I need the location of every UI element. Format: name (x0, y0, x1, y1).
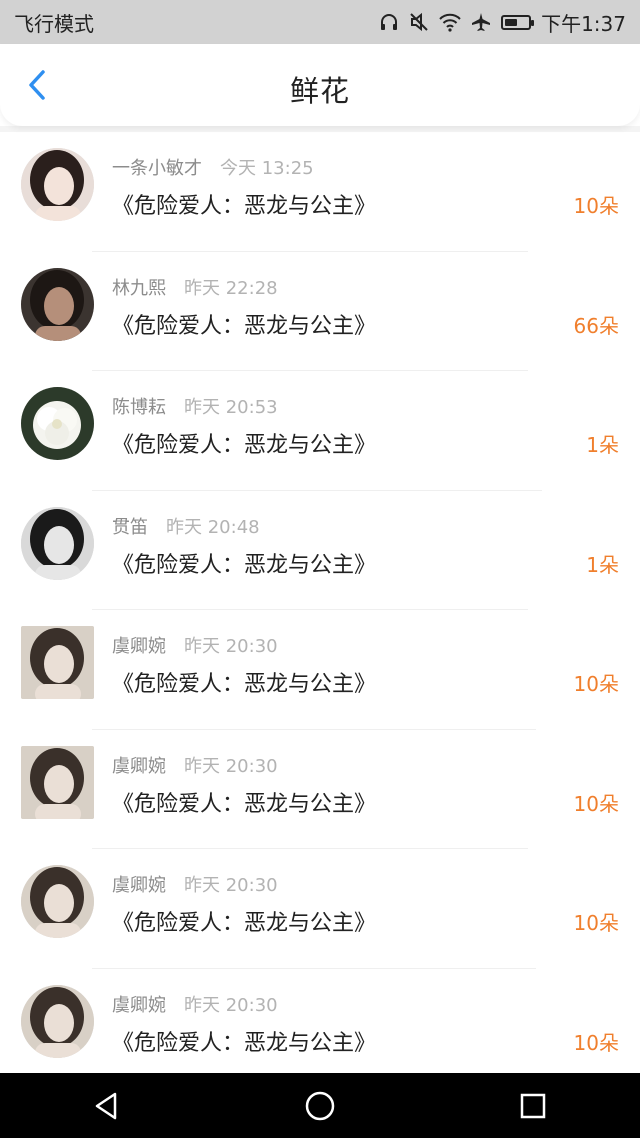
battery-icon (501, 14, 535, 30)
user-name[interactable]: 林九熙 (112, 278, 166, 299)
flower-count: 10朵 (573, 1030, 619, 1055)
user-name[interactable]: 一条小敏才 (112, 158, 202, 179)
flower-count: 1朵 (586, 552, 619, 577)
record-time: 昨天 20:48 (166, 516, 260, 538)
record-time: 昨天 20:30 (184, 875, 278, 896)
user-name[interactable]: 虞卿婉 (112, 995, 166, 1016)
user-name[interactable]: 虞卿婉 (112, 756, 166, 777)
book-title[interactable]: 《危险爱人：恶龙与公主》 (112, 427, 376, 459)
avatar[interactable] (21, 865, 94, 938)
user-name[interactable]: 虞卿婉 (112, 875, 166, 896)
list-item[interactable]: 林九熙 昨天 22:28 《危险爱人：恶龙与公主》 66朵 (0, 252, 640, 371)
nav-back-button[interactable] (77, 1076, 137, 1136)
system-nav-bar (0, 1073, 640, 1138)
airplane-mode-label: 飞行模式 (14, 11, 94, 36)
back-triangle-icon (95, 1092, 116, 1119)
list-item[interactable]: 陈博耘 昨天 20:53 《危险爱人：恶龙与公主》 1朵 (0, 371, 640, 491)
record-time: 今天 13:25 (220, 158, 314, 179)
airplane-icon (471, 12, 491, 32)
avatar[interactable] (21, 387, 94, 460)
record-meta: 虞卿婉 昨天 20:30 (112, 752, 278, 778)
avatar[interactable] (21, 267, 94, 341)
avatar[interactable] (21, 506, 94, 580)
avatar[interactable] (21, 626, 94, 699)
book-title[interactable]: 《危险爱人：恶龙与公主》 (112, 905, 376, 937)
book-title[interactable]: 《危险爱人：恶龙与公主》 (112, 188, 376, 220)
avatar[interactable] (21, 745, 94, 819)
user-name[interactable]: 贯笛 (112, 517, 148, 538)
user-name[interactable]: 虞卿婉 (112, 636, 166, 657)
status-icons: 下午1:37 (379, 8, 626, 37)
record-meta: 陈博耘 昨天 20:53 (112, 393, 278, 419)
record-time: 昨天 20:30 (184, 636, 278, 657)
record-time: 昨天 20:30 (184, 994, 278, 1016)
record-time: 昨天 20:53 (184, 397, 278, 418)
flower-count: 1朵 (586, 433, 619, 457)
record-meta: 林九熙 昨天 22:28 (112, 274, 278, 300)
record-meta: 虞卿婉 昨天 20:30 (112, 632, 278, 658)
list-item[interactable]: 一条小敏才 今天 13:25 《危险爱人：恶龙与公主》 10朵 (0, 132, 640, 252)
recents-square-icon (521, 1093, 546, 1118)
flower-count: 10朵 (573, 911, 619, 935)
flower-count: 10朵 (573, 194, 619, 218)
book-title[interactable]: 《危险爱人：恶龙与公主》 (112, 547, 376, 579)
record-meta: 虞卿婉 昨天 20:30 (112, 871, 278, 897)
record-meta: 贯笛 昨天 20:48 (112, 513, 260, 539)
list-item[interactable]: 贯笛 昨天 20:48 《危险爱人：恶龙与公主》 1朵 (0, 491, 640, 610)
book-title[interactable]: 《危险爱人：恶龙与公主》 (112, 1025, 376, 1057)
list-item[interactable]: 虞卿婉 昨天 20:30 《危险爱人：恶龙与公主》 10朵 (0, 730, 640, 849)
book-title[interactable]: 《危险爱人：恶龙与公主》 (112, 308, 376, 340)
flower-count: 10朵 (573, 791, 619, 816)
app-header: 鲜花 (0, 44, 640, 126)
record-meta: 一条小敏才 今天 13:25 (112, 154, 314, 180)
avatar[interactable] (21, 984, 94, 1058)
list-item[interactable]: 虞卿婉 昨天 20:30 《危险爱人：恶龙与公主》 10朵 (0, 969, 640, 1088)
record-meta: 虞卿婉 昨天 20:30 (112, 991, 278, 1017)
book-title[interactable]: 《危险爱人：恶龙与公主》 (112, 666, 376, 698)
clock-time: 下午1:37 (541, 11, 626, 36)
home-circle-icon (305, 1091, 335, 1120)
record-time: 昨天 22:28 (184, 277, 278, 299)
headphones-icon (379, 12, 399, 32)
flower-count: 10朵 (573, 672, 619, 696)
list-item[interactable]: 虞卿婉 昨天 20:30 《危险爱人：恶龙与公主》 10朵 (0, 610, 640, 730)
flower-count: 66朵 (573, 313, 619, 338)
avatar[interactable] (21, 148, 94, 221)
mute-icon (409, 12, 429, 32)
book-title[interactable]: 《危险爱人：恶龙与公主》 (112, 786, 376, 818)
list-item[interactable]: 虞卿婉 昨天 20:30 《危险爱人：恶龙与公主》 10朵 (0, 849, 640, 969)
record-time: 昨天 20:30 (184, 755, 278, 777)
nav-home-button[interactable] (290, 1076, 350, 1136)
page-title: 鲜花 (289, 74, 350, 108)
user-name[interactable]: 陈博耘 (112, 397, 166, 418)
nav-recents-button[interactable] (503, 1076, 563, 1136)
wifi-icon (439, 12, 461, 32)
flower-record-list: 一条小敏才 今天 13:25 《危险爱人：恶龙与公主》 10朵 林九熙 昨天 22:… (0, 132, 640, 1088)
status-bar: 飞行模式 下午1:37 (0, 0, 640, 44)
